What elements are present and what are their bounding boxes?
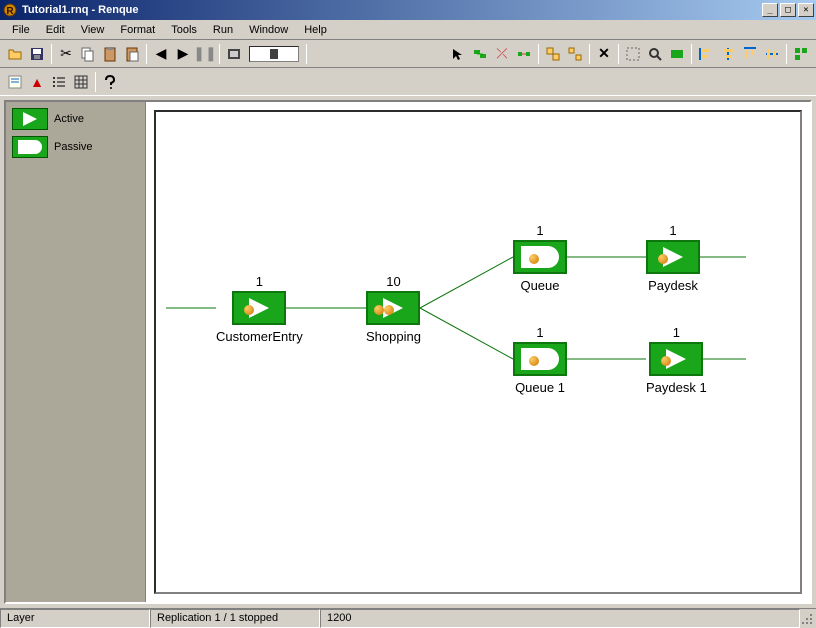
layout-tool[interactable] [790, 43, 812, 65]
node-box-active [649, 342, 703, 376]
step-back-button[interactable]: ◀ [150, 43, 172, 65]
node-box-active [366, 291, 420, 325]
warning-button[interactable]: ▲ [26, 71, 48, 93]
align-center-tool[interactable] [717, 43, 739, 65]
node-count: 1 [536, 223, 543, 238]
align-top-tool[interactable] [739, 43, 761, 65]
link-tool[interactable] [513, 43, 535, 65]
pointer-tool[interactable] [447, 43, 469, 65]
paste-special-button[interactable] [121, 43, 143, 65]
fit-tool[interactable] [666, 43, 688, 65]
legend-active-label: Active [54, 113, 84, 125]
speed-slider[interactable] [245, 46, 303, 62]
node-count: 1 [536, 325, 543, 340]
node-paydesk[interactable]: 1 Paydesk [646, 223, 700, 293]
close-button[interactable]: ✕ [798, 3, 814, 17]
title-bar: R Tutorial1.rnq - Renque _ □ ✕ [0, 0, 816, 20]
node-customer-entry[interactable]: 1 CustomerEntry [216, 274, 303, 344]
menu-file[interactable]: File [4, 22, 38, 38]
node-shopping[interactable]: 10 Shopping [366, 274, 421, 344]
group-tool[interactable] [542, 43, 564, 65]
node-label: Queue 1 [515, 380, 565, 395]
svg-text:R: R [6, 6, 14, 17]
resize-grip-icon[interactable] [800, 609, 816, 628]
list-button[interactable] [48, 71, 70, 93]
window-title: Tutorial1.rnq - Renque [22, 4, 760, 16]
node-box-active [646, 240, 700, 274]
ungroup-tool[interactable] [564, 43, 586, 65]
node-count: 1 [669, 223, 676, 238]
menu-view[interactable]: View [73, 22, 113, 38]
menu-run[interactable]: Run [205, 22, 241, 38]
menu-format[interactable]: Format [112, 22, 163, 38]
node-box-active [232, 291, 286, 325]
node-label: Paydesk 1 [646, 380, 707, 395]
node-box-passive [513, 342, 567, 376]
open-button[interactable] [4, 43, 26, 65]
save-button[interactable] [26, 43, 48, 65]
diagram-canvas[interactable]: 1 CustomerEntry 10 Shopping 1 Que [154, 110, 802, 594]
status-layer: Layer [0, 609, 150, 628]
node-count: 1 [673, 325, 680, 340]
grid-button[interactable] [70, 71, 92, 93]
properties-button[interactable] [4, 71, 26, 93]
select-all-tool[interactable] [622, 43, 644, 65]
paste-button[interactable] [99, 43, 121, 65]
node-label: Shopping [366, 329, 421, 344]
menu-bar: File Edit View Format Tools Run Window H… [0, 20, 816, 40]
toolbar-secondary: ▲ [0, 68, 816, 96]
film-button[interactable] [223, 43, 245, 65]
node-queue-1[interactable]: 1 Queue 1 [513, 325, 567, 395]
app-icon: R [2, 2, 18, 18]
cut-button[interactable]: ✂ [55, 43, 77, 65]
help-button[interactable] [99, 71, 121, 93]
node-paydesk-1[interactable]: 1 Paydesk 1 [646, 325, 707, 395]
delete-tool[interactable]: ✕ [593, 43, 615, 65]
status-time: 1200 [320, 609, 800, 628]
node-label: Queue [520, 278, 559, 293]
node-queue[interactable]: 1 Queue [513, 223, 567, 293]
menu-edit[interactable]: Edit [38, 22, 73, 38]
align-middle-tool[interactable] [761, 43, 783, 65]
status-replication: Replication 1 / 1 stopped [150, 609, 320, 628]
status-bar: Layer Replication 1 / 1 stopped 1200 [0, 608, 816, 628]
node-label: Paydesk [648, 278, 698, 293]
zoom-tool[interactable] [644, 43, 666, 65]
menu-tools[interactable]: Tools [163, 22, 205, 38]
passive-icon [12, 136, 48, 158]
copy-button[interactable] [77, 43, 99, 65]
legend-active[interactable]: Active [12, 108, 139, 130]
menu-window[interactable]: Window [241, 22, 296, 38]
active-icon [12, 108, 48, 130]
cross-tool[interactable]: ⤫ [491, 43, 513, 65]
legend-passive-label: Passive [54, 141, 93, 153]
main-content: Active Passive 1 [4, 100, 812, 604]
palette-sidebar: Active Passive [6, 102, 146, 602]
maximize-button[interactable]: □ [780, 3, 796, 17]
node-label: CustomerEntry [216, 329, 303, 344]
node-count: 1 [256, 274, 263, 289]
node-tool[interactable] [469, 43, 491, 65]
menu-help[interactable]: Help [296, 22, 335, 38]
play-button[interactable]: ▶ [172, 43, 194, 65]
align-left-tool[interactable] [695, 43, 717, 65]
legend-passive[interactable]: Passive [12, 136, 139, 158]
pause-button[interactable]: ❚❚ [194, 43, 216, 65]
node-count: 10 [386, 274, 400, 289]
node-box-passive [513, 240, 567, 274]
minimize-button[interactable]: _ [762, 3, 778, 17]
toolbar-main: ✂ ◀ ▶ ❚❚ ⤫ ✕ [0, 40, 816, 68]
